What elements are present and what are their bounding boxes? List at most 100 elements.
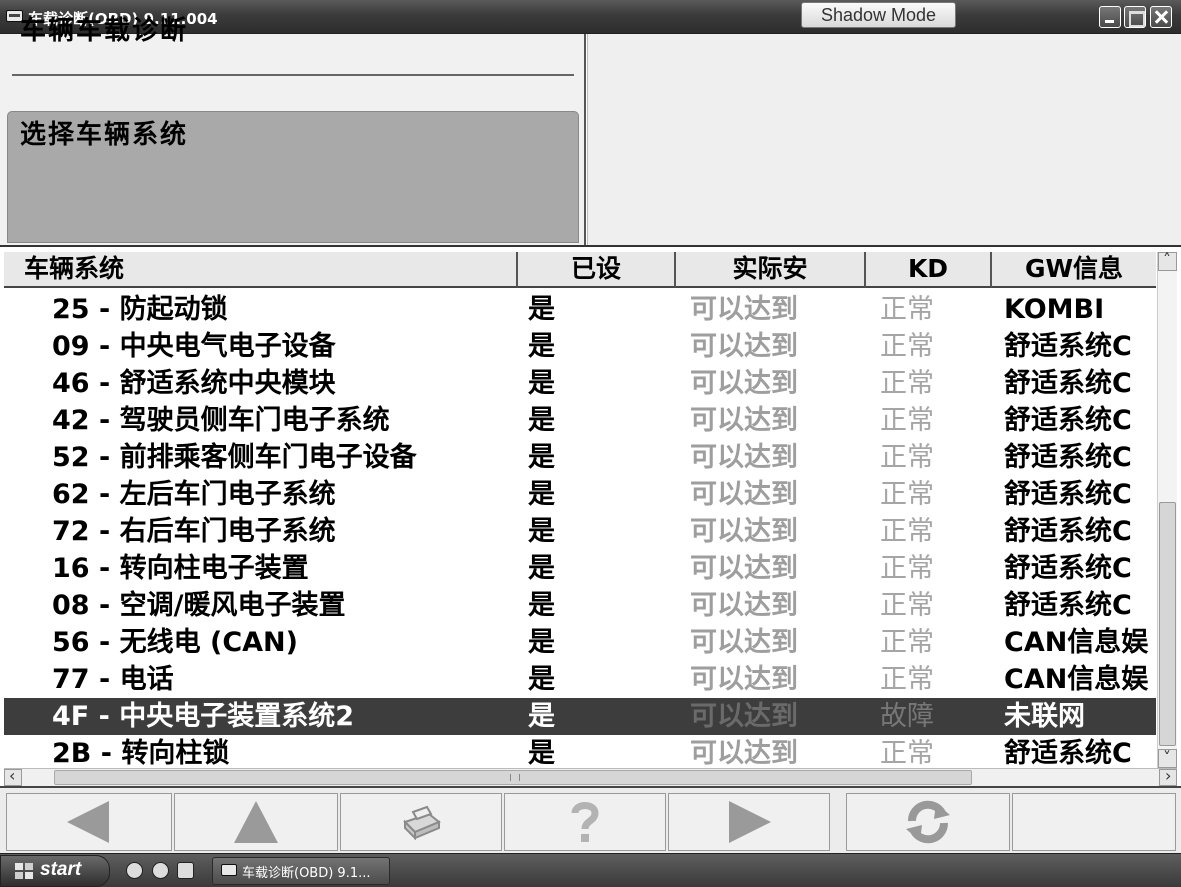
cell-system-name: 62 - 左后车门电子系统	[52, 479, 336, 510]
refresh-icon	[906, 800, 950, 844]
cell-system-name: 56 - 无线电 (CAN)	[52, 627, 298, 658]
table-row[interactable]: 46 - 舒适系统中央模块 是 可以达到 正常 舒适系统C	[4, 365, 1156, 402]
table-row[interactable]: 08 - 空调/暖风电子装置 是 可以达到 正常 舒适系统C	[4, 587, 1156, 624]
maximize-icon[interactable]	[1124, 6, 1146, 28]
cell-actual: 可以达到	[690, 331, 798, 362]
cell-actual: 可以达到	[690, 627, 798, 658]
up-button[interactable]	[174, 793, 338, 851]
cell-gw: 舒适系统C	[1004, 442, 1132, 473]
column-header-system[interactable]: 车辆系统	[4, 252, 518, 288]
media-icon[interactable]	[152, 862, 169, 879]
print-button[interactable]	[340, 793, 502, 851]
table-row[interactable]: 42 - 驾驶员侧车门电子系统 是 可以达到 正常 舒适系统C	[4, 402, 1156, 439]
table-row[interactable]: 09 - 中央电气电子设备 是 可以达到 正常 舒适系统C	[4, 328, 1156, 365]
cell-system-name: 09 - 中央电气电子设备	[52, 331, 336, 362]
cell-actual: 可以达到	[690, 405, 798, 436]
table-row[interactable]: 4F - 中央电子装置系统2 是 可以达到 故障 未联网	[4, 698, 1156, 735]
shadow-mode-button[interactable]: Shadow Mode	[801, 2, 956, 28]
column-header-gw[interactable]: GW信息	[992, 252, 1156, 288]
cell-gw: 舒适系统C	[1004, 405, 1132, 436]
cell-kd: 故障	[880, 701, 934, 732]
cell-system-name: 25 - 防起动锁	[52, 294, 228, 325]
cell-system-name: 52 - 前排乘客侧车门电子设备	[52, 442, 417, 473]
cell-actual: 可以达到	[690, 664, 798, 695]
cell-gw: 舒适系统C	[1004, 553, 1132, 584]
arrow-left-icon	[67, 801, 109, 843]
horizontal-scroll-thumb[interactable]	[54, 770, 972, 785]
cell-set: 是	[528, 738, 555, 769]
next-button[interactable]	[668, 793, 830, 851]
arrow-right-icon	[729, 801, 771, 843]
cell-kd: 正常	[880, 627, 934, 658]
cell-gw: CAN信息娱	[1004, 664, 1149, 695]
minimize-icon[interactable]	[1099, 6, 1121, 28]
table-row[interactable]: 16 - 转向柱电子装置 是 可以达到 正常 舒适系统C	[4, 550, 1156, 587]
windows-logo-icon	[15, 863, 33, 879]
cell-kd: 正常	[880, 590, 934, 621]
cell-system-name: 72 - 右后车门电子系统	[52, 516, 336, 547]
table-row[interactable]: 52 - 前排乘客侧车门电子设备 是 可以达到 正常 舒适系统C	[4, 439, 1156, 476]
cell-kd: 正常	[880, 442, 934, 473]
cell-gw: KOMBI	[1004, 294, 1105, 325]
cell-system-name: 46 - 舒适系统中央模块	[52, 368, 336, 399]
prompt-text: 选择车辆系统	[20, 120, 189, 150]
cell-set: 是	[528, 627, 555, 658]
cell-actual: 可以达到	[690, 516, 798, 547]
scroll-right-icon[interactable]	[1159, 766, 1177, 786]
scroll-grip-icon	[510, 774, 520, 781]
cell-set: 是	[528, 368, 555, 399]
cell-set: 是	[528, 331, 555, 362]
app-icon	[221, 864, 237, 876]
cell-kd: 正常	[880, 738, 934, 769]
cell-gw: 舒适系统C	[1004, 331, 1132, 362]
ie-icon[interactable]	[126, 862, 143, 879]
refresh-button[interactable]	[846, 793, 1010, 851]
cell-actual: 可以达到	[690, 553, 798, 584]
cell-system-name: 42 - 驾驶员侧车门电子系统	[52, 405, 390, 436]
cell-kd: 正常	[880, 294, 934, 325]
cell-set: 是	[528, 479, 555, 510]
help-button[interactable]	[504, 793, 666, 851]
cell-gw: 未联网	[1004, 701, 1085, 732]
empty-button-slot	[1012, 793, 1176, 851]
page-title: 车辆车载诊断	[20, 16, 189, 46]
explorer-icon[interactable]	[177, 862, 194, 879]
cell-kd: 正常	[880, 405, 934, 436]
scroll-left-icon[interactable]	[4, 766, 22, 786]
vertical-scroll-thumb[interactable]	[1159, 502, 1176, 746]
table-row[interactable]: 25 - 防起动锁 是 可以达到 正常 KOMBI	[4, 291, 1156, 328]
cell-actual: 可以达到	[690, 701, 798, 732]
cell-kd: 正常	[880, 516, 934, 547]
divider	[12, 74, 574, 76]
cell-set: 是	[528, 442, 555, 473]
close-icon[interactable]	[1150, 6, 1172, 28]
arrow-up-icon	[234, 801, 278, 843]
column-header-actual[interactable]: 实际安	[676, 252, 866, 288]
taskbar-app-label: 车载诊断(OBD) 9.1...	[242, 866, 371, 881]
cell-gw: 舒适系统C	[1004, 590, 1132, 621]
vertical-scrollbar[interactable]	[1157, 250, 1177, 768]
cell-gw: 舒适系统C	[1004, 738, 1132, 769]
cell-system-name: 16 - 转向柱电子装置	[52, 553, 309, 584]
scroll-up-icon[interactable]	[1158, 250, 1177, 271]
table-row[interactable]: 56 - 无线电 (CAN) 是 可以达到 正常 CAN信息娱	[4, 624, 1156, 661]
cell-gw: CAN信息娱	[1004, 627, 1149, 658]
cell-gw: 舒适系统C	[1004, 479, 1132, 510]
table-row[interactable]: 77 - 电话 是 可以达到 正常 CAN信息娱	[4, 661, 1156, 698]
cell-actual: 可以达到	[690, 294, 798, 325]
back-button[interactable]	[6, 793, 172, 851]
table-row[interactable]: 62 - 左后车门电子系统 是 可以达到 正常 舒适系统C	[4, 476, 1156, 513]
cell-set: 是	[528, 590, 555, 621]
column-header-kd[interactable]: KD	[866, 252, 992, 288]
cell-system-name: 4F - 中央电子装置系统2	[52, 701, 355, 732]
cell-set: 是	[528, 516, 555, 547]
table-row[interactable]: 2B - 转向柱锁 是 可以达到 正常 舒适系统C	[4, 735, 1156, 772]
cell-kd: 正常	[880, 479, 934, 510]
start-label: start	[40, 859, 82, 880]
cell-gw: 舒适系统C	[1004, 516, 1132, 547]
horizontal-scrollbar[interactable]	[4, 766, 1177, 786]
cell-actual: 可以达到	[690, 590, 798, 621]
table-row[interactable]: 72 - 右后车门电子系统 是 可以达到 正常 舒适系统C	[4, 513, 1156, 550]
info-panel	[587, 34, 1181, 245]
column-header-set[interactable]: 已设	[518, 252, 676, 288]
